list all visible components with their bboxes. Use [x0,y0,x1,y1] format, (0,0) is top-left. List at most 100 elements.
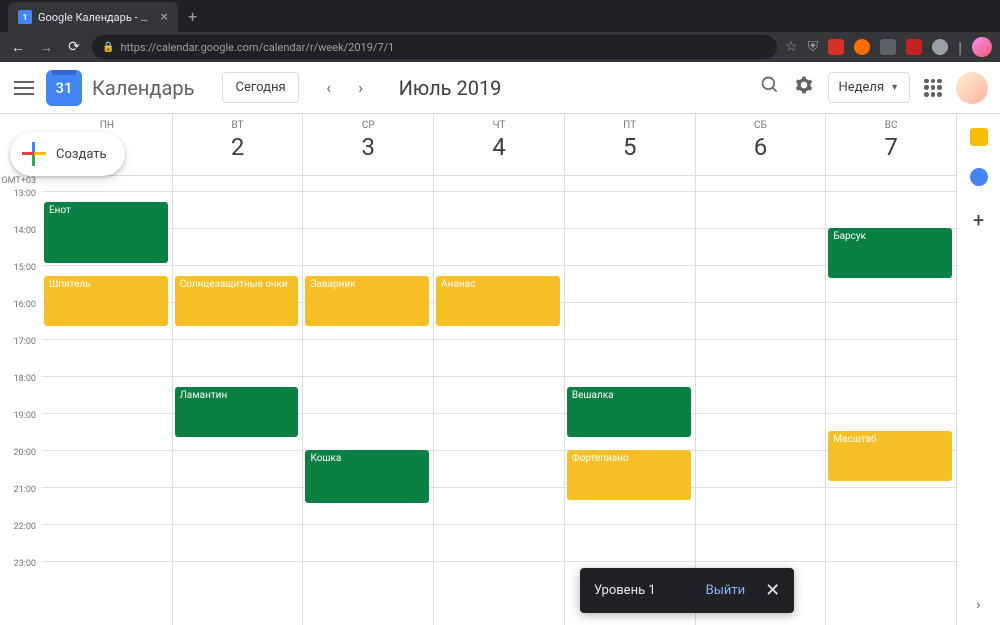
day-header[interactable]: ВС 7 [825,114,956,175]
expand-panel-icon[interactable]: › [976,597,980,613]
ext-icon-3[interactable] [880,39,896,55]
plus-icon [22,142,46,166]
settings-icon[interactable] [794,75,814,100]
time-label: 23:00 [0,559,42,596]
lock-icon: 🔒 [102,42,114,53]
day-number: 2 [173,133,303,161]
time-label: 13:00 [0,189,42,226]
day-number: 5 [565,133,695,161]
day-header[interactable]: ПТ 5 [564,114,695,175]
time-label: 22:00 [0,522,42,559]
time-label: 15:00 [0,263,42,300]
day-column[interactable]: Ананас [433,176,564,625]
ext-icon-4[interactable] [906,39,922,55]
nav-arrows: ‹ › [315,74,375,102]
day-of-week: ПН [42,120,172,131]
star-icon[interactable]: ☆ [785,39,798,55]
day-number: 7 [826,133,956,161]
calendar-event[interactable]: Масштаб [828,431,952,481]
calendar-grid: GMT+03 13:0014:0015:0016:0017:0018:0019:… [0,114,956,625]
tab-bar: 1 Google Календарь - Неделя: × + [0,0,1000,32]
address-bar: ← → ⟳ 🔒 https://calendar.google.com/cale… [0,32,1000,62]
app-header: 31 Календарь Сегодня ‹ › Июль 2019 Недел… [0,62,1000,114]
day-column[interactable]: Енот Шпятель [42,176,172,625]
browser-chrome: 1 Google Календарь - Неделя: × + ← → ⟳ 🔒… [0,0,1000,62]
app-name: Календарь [92,76,194,100]
keep-icon[interactable] [970,128,988,146]
url-text: https://calendar.google.com/calendar/r/w… [120,41,394,54]
create-button[interactable]: Создать [10,132,125,176]
back-button[interactable]: ← [8,39,28,56]
divider: | [958,38,962,57]
caret-down-icon: ▼ [890,82,899,93]
tab-favicon: 1 [18,10,32,24]
calendar-logo: 31 [46,70,82,106]
tab-title: Google Календарь - Неделя: [38,11,155,24]
time-label: 19:00 [0,411,42,448]
calendar-event[interactable]: Енот [44,202,168,263]
browser-profile-avatar[interactable] [972,37,992,57]
time-label: 20:00 [0,448,42,485]
calendar-event[interactable]: Вешалка [567,387,691,437]
ext-icon-5[interactable] [932,39,948,55]
day-column[interactable]: Вешалка Фортепиано [564,176,695,625]
extension-icons: ☆ ⛨ | [785,37,992,57]
time-label: 14:00 [0,226,42,263]
side-panel: + › [956,114,1000,625]
user-avatar[interactable] [956,72,988,104]
forward-button[interactable]: → [36,39,56,56]
day-header[interactable]: ВТ 2 [172,114,303,175]
menu-icon[interactable] [12,76,36,100]
time-label: 21:00 [0,485,42,522]
view-selector[interactable]: Неделя ▼ [828,72,910,103]
time-label: 16:00 [0,300,42,337]
day-of-week: СБ [696,120,826,131]
grid-body[interactable]: ЕнотШпятельСолнцезащитные очкиЛамантинЗа… [42,176,956,625]
day-column[interactable]: Заварник Кошка [302,176,433,625]
calendar-event[interactable]: Барсук [828,228,952,278]
ext-icon-1[interactable] [828,39,844,55]
day-column[interactable] [695,176,826,625]
calendar-event[interactable]: Ананас [436,276,560,326]
day-header[interactable]: ЧТ4 [433,114,564,175]
calendar-event[interactable]: Заварник [305,276,429,326]
search-icon[interactable] [760,75,780,100]
time-column: GMT+03 13:0014:0015:0016:0017:0018:0019:… [0,114,42,625]
day-of-week: ВТ [173,120,303,131]
toast-close-icon[interactable]: ✕ [765,580,780,601]
tab-close-icon[interactable]: × [161,9,168,25]
calendar-event[interactable]: Шпятель [44,276,168,326]
calendar-event[interactable]: Кошка [305,450,429,504]
today-button[interactable]: Сегодня [222,72,298,103]
day-of-week: ПТ [565,120,695,131]
day-of-week: СР [303,120,433,131]
toast-notification: Уровень 1 Выйти ✕ [580,568,794,613]
url-input[interactable]: 🔒 https://calendar.google.com/calendar/r… [92,35,777,59]
new-tab-button[interactable]: + [178,1,207,32]
time-label: 18:00 [0,374,42,411]
day-number: 4 [434,133,564,161]
day-column[interactable]: Барсук Масштаб [825,176,956,625]
calendar-event[interactable]: Солнцезащитные очки [175,276,299,326]
month-label: Июль 2019 [399,76,502,100]
next-week-button[interactable]: › [347,74,375,102]
browser-tab[interactable]: 1 Google Календарь - Неделя: × [8,2,178,32]
ext-icon-2[interactable] [854,39,870,55]
toast-message: Уровень 1 [594,583,656,598]
google-apps-icon[interactable] [924,79,942,97]
tasks-icon[interactable] [970,168,988,186]
reload-button[interactable]: ⟳ [64,39,84,55]
shield-icon[interactable]: ⛨ [808,39,819,55]
timezone-label: GMT+03 [0,176,42,186]
day-column[interactable]: Солнцезащитные очки Ламантин [172,176,303,625]
day-header[interactable]: СР3 [302,114,433,175]
calendar-event[interactable]: Фортепиано [567,450,691,500]
calendar-event[interactable]: Ламантин [175,387,299,437]
day-header[interactable]: СБ 6 [695,114,826,175]
toast-action-button[interactable]: Выйти [706,583,745,598]
day-of-week: ВС [826,120,956,131]
day-number: 6 [696,133,826,161]
addons-plus-icon[interactable]: + [973,208,984,232]
day-headers: ПН1ВТ2СР3ЧТ4ПТ5СБ6ВС7 [42,114,956,176]
prev-week-button[interactable]: ‹ [315,74,343,102]
